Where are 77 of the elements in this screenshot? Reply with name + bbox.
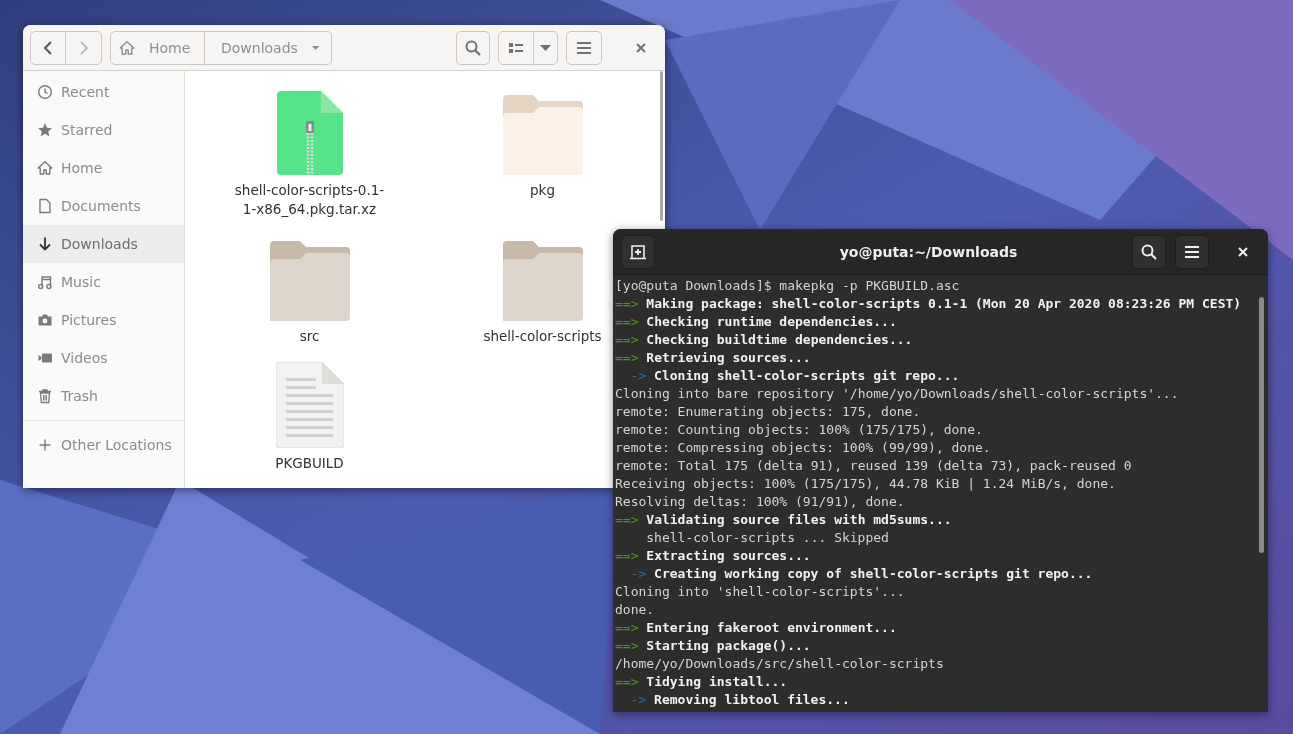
terminal-line: ==> Checking buildtime dependencies... xyxy=(615,331,914,349)
sidebar-item[interactable]: Pictures xyxy=(23,301,184,339)
camera-icon xyxy=(37,312,53,328)
terminal-line: ==> Starting package()... xyxy=(615,637,812,655)
file-name[interactable]: src xyxy=(299,327,320,346)
terminal-line: Resolving deltas: 100% (91/91), done. xyxy=(615,493,906,511)
terminal-line: remote: Counting objects: 100% (175/175), done. xyxy=(615,421,984,439)
close-icon xyxy=(636,42,646,53)
file-name[interactable]: shell-color-scripts-0.1-1-x86_64.pkg.tar.xz xyxy=(229,181,390,219)
path-segment[interactable]: Downloads xyxy=(205,30,332,65)
archive-icon xyxy=(276,91,343,175)
sidebar-item[interactable]: Other Locations xyxy=(23,426,184,464)
terminal-line: done. xyxy=(615,601,656,619)
terminal-line: Cloning into bare repository '/home/yo/Downloads/shell-color-scripts'... xyxy=(615,385,1180,403)
forward-icon xyxy=(78,40,89,55)
trash-icon xyxy=(37,388,53,404)
search-icon xyxy=(465,39,481,56)
menu-button[interactable] xyxy=(1175,234,1209,269)
music-icon xyxy=(37,274,53,290)
terminal-line: shell-color-scripts ... Skipped xyxy=(645,529,890,547)
sidebar-item[interactable]: Downloads xyxy=(23,225,184,263)
folder-icon xyxy=(502,241,583,321)
caret-icon xyxy=(540,44,551,51)
terminal-line: ==> Tidying install... xyxy=(615,673,789,691)
sidebar-item[interactable]: Starred xyxy=(23,111,184,149)
search-button[interactable] xyxy=(1132,234,1166,269)
terminal-line: remote: Total 175 (delta 91), reused 139 (delta 73), pack-reused 0 xyxy=(615,457,1133,475)
list-icon xyxy=(509,41,523,54)
scrollbar[interactable] xyxy=(1259,297,1264,553)
terminal-line: ==> Validating source files with md5sums... xyxy=(615,511,953,529)
menu-icon xyxy=(1185,245,1199,258)
document-icon xyxy=(275,362,344,448)
terminal-line: -> Removing libtool files... xyxy=(629,691,851,709)
file-name[interactable]: PKGBUILD xyxy=(275,454,344,473)
terminal-line: ==> Entering fakeroot environment... xyxy=(615,619,898,637)
path-segment[interactable]: Home xyxy=(110,30,205,65)
sidebar-item[interactable]: Trash xyxy=(23,377,184,415)
terminal-line: -> Cloning shell-color-scripts git repo... xyxy=(629,367,961,385)
document-icon xyxy=(37,198,53,214)
sidebar-item[interactable]: Music xyxy=(23,263,184,301)
menu-icon xyxy=(577,41,591,54)
clock-icon xyxy=(37,84,53,100)
terminal-line: [yo@puta Downloads]$ makepkg -p PKGBUILD.asc xyxy=(615,277,961,295)
terminal-line: -> Creating working copy of shell-color-scripts git repo... xyxy=(629,565,1094,583)
plus-icon xyxy=(37,437,53,453)
scrollbar[interactable] xyxy=(660,71,663,221)
terminal-line: Receiving objects: 100% (175/175), 44.78 KiB | 1.24 MiB/s, done. xyxy=(615,475,1117,493)
terminal-line: ==> Making package: shell-color-scripts 0.1-1 (Mon 20 Apr 2020 08:23:26 PM CEST) xyxy=(615,295,1243,313)
terminal-line: ==> Retrieving sources... xyxy=(615,349,812,367)
close-icon xyxy=(1238,246,1248,257)
download-icon xyxy=(37,236,53,252)
window-title: yo@puta:~/Downloads xyxy=(838,243,1019,260)
star-icon xyxy=(37,122,53,138)
caret-icon xyxy=(311,44,319,51)
search-icon xyxy=(1141,243,1157,260)
folder-icon xyxy=(269,241,350,321)
sidebar-item[interactable]: Home xyxy=(23,149,184,187)
terminal-line: ==> Checking runtime dependencies... xyxy=(615,313,898,331)
view-options-button[interactable] xyxy=(534,30,558,65)
terminal-line: remote: Enumerating objects: 175, done. xyxy=(615,403,922,421)
file-name[interactable]: pkg xyxy=(530,181,555,200)
sidebar-item[interactable]: Documents xyxy=(23,187,184,225)
sidebar-item[interactable]: Videos xyxy=(23,339,184,377)
back-icon xyxy=(43,40,53,55)
home-icon xyxy=(119,39,135,56)
terminal-line: remote: Compressing objects: 100% (99/99), done. xyxy=(615,439,992,457)
back-button[interactable] xyxy=(30,30,66,65)
new-tab-button[interactable] xyxy=(621,234,655,269)
new-tab-icon xyxy=(630,243,646,260)
view-button[interactable] xyxy=(498,30,534,65)
terminal-line: /home/yo/Downloads/src/shell-color-scripts xyxy=(615,655,945,673)
file-name[interactable]: shell-color-scripts xyxy=(483,327,602,346)
terminal-line: Cloning into 'shell-color-scripts'... xyxy=(615,583,906,601)
home-icon xyxy=(37,160,53,176)
sidebar-item[interactable]: Recent xyxy=(23,73,184,111)
terminal-line: ==> Extracting sources... xyxy=(615,547,812,565)
folder-icon xyxy=(502,95,583,175)
